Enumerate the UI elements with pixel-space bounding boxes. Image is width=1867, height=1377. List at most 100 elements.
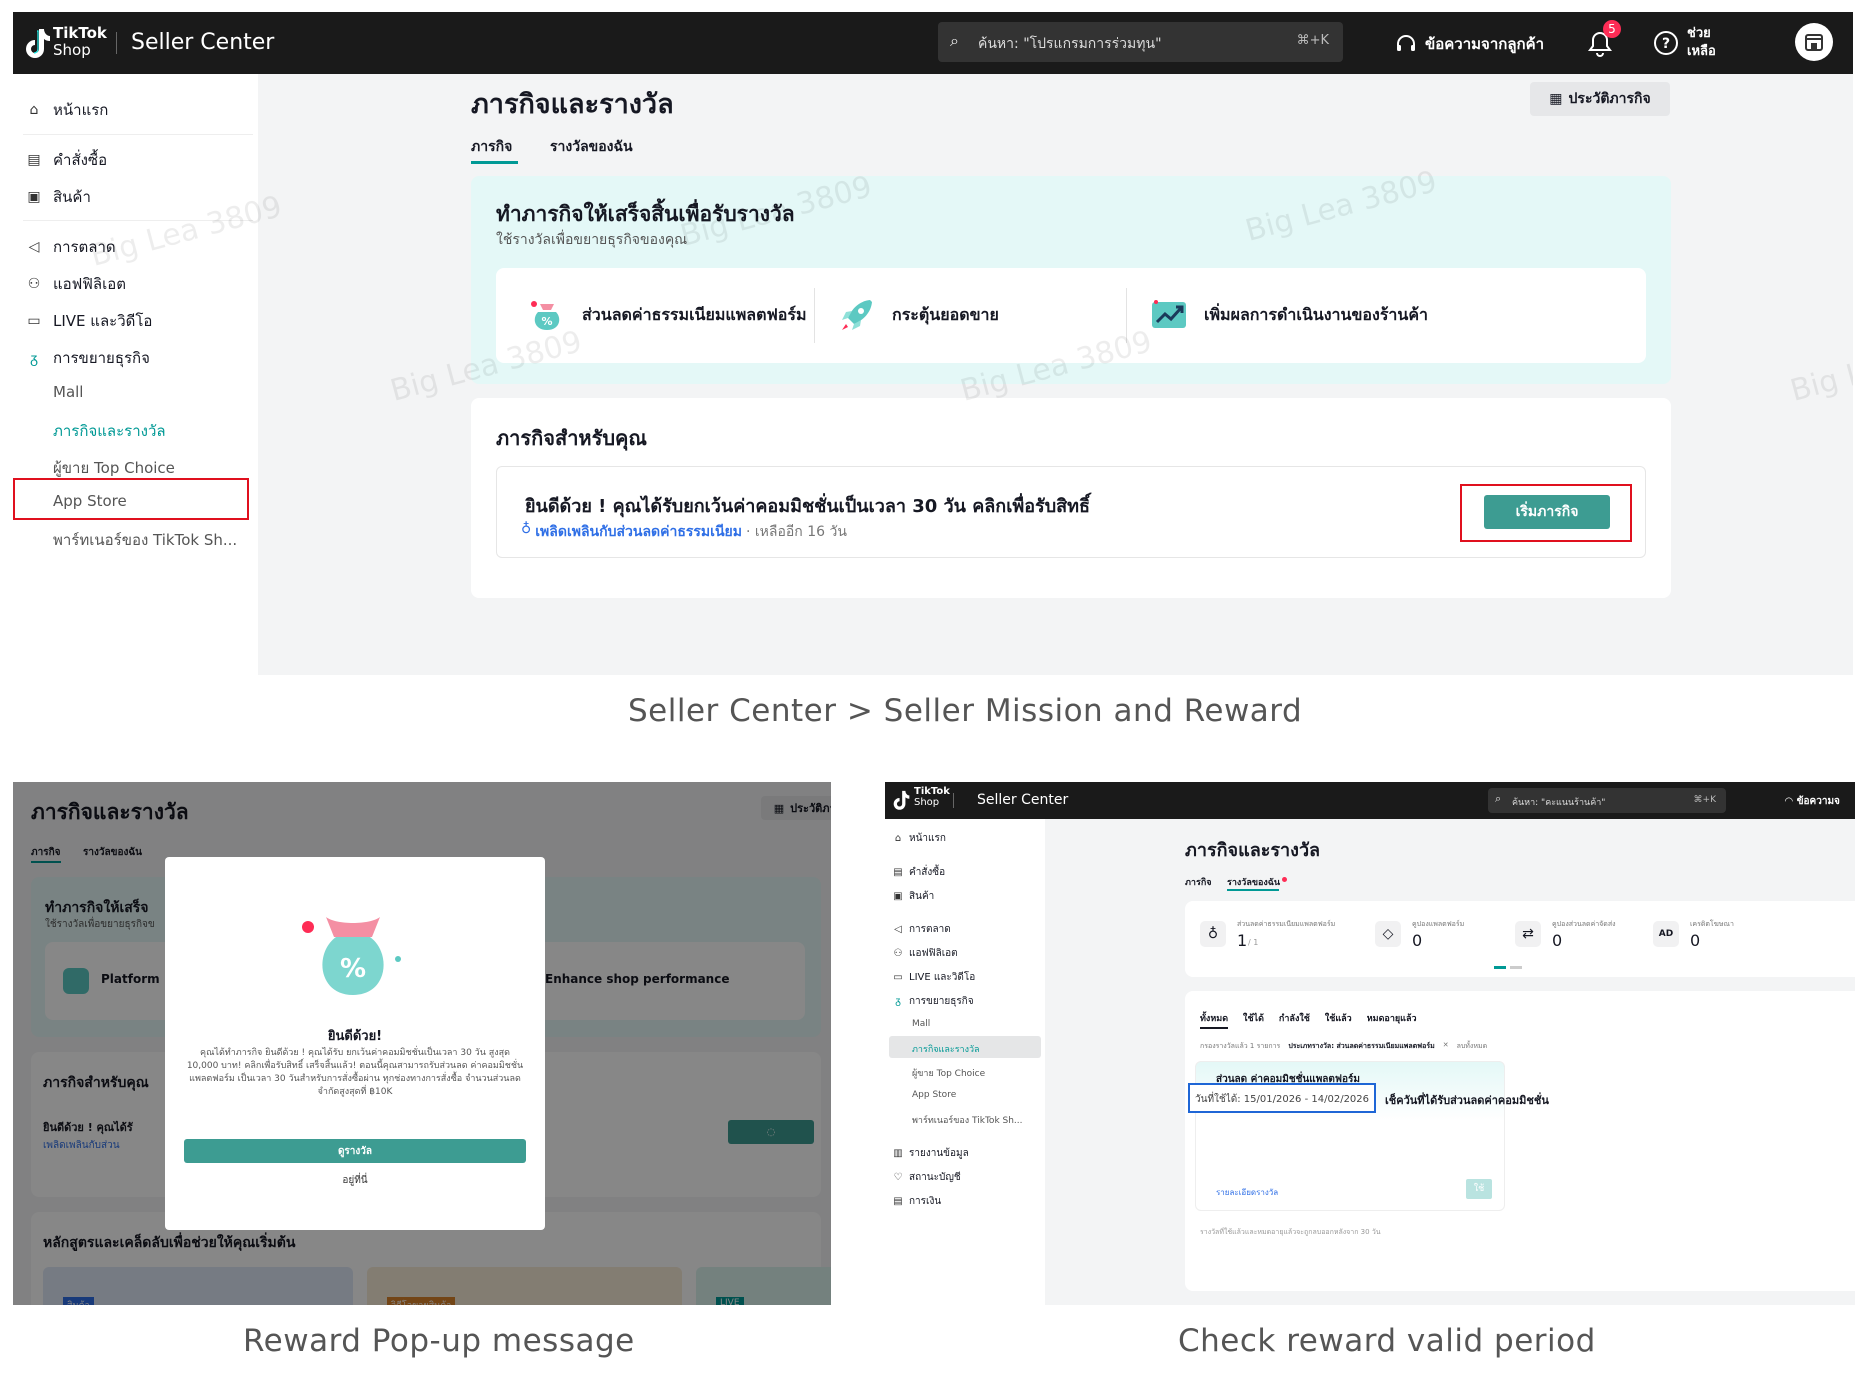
sidebar-item-home[interactable]: ⌂ หน้าแรก	[893, 831, 946, 846]
highlight-start-button	[1460, 484, 1632, 542]
sidebar-item-marketing[interactable]: ◁ การตลาด	[893, 922, 951, 937]
view-reward-button[interactable]: ดูรางวัล	[184, 1139, 526, 1163]
mission-meta: ♁ เพลิดเพลินกับส่วนลดค่าธรรมเนียม · เหลื…	[521, 521, 847, 543]
stat-value: 1	[1237, 931, 1248, 950]
carousel-dot-active[interactable]	[1494, 966, 1506, 969]
sidebar-subitem-missions-active[interactable]: ภารกิจและรางวัล	[53, 419, 166, 443]
filter-summary-row: กรองรางวัลแล้ว 1 รายการ ประเภทรางวัล: ส่…	[1200, 1041, 1487, 1052]
annotation-text: เช็ควันที่ได้รับส่วนลดค่าคอมมิชชั่น	[1385, 1094, 1549, 1107]
sidebar-label: หน้าแรก	[53, 101, 109, 119]
stat-value: 0	[1412, 931, 1423, 950]
customer-messages-button[interactable]: ข้อความจากลูกค้า	[1395, 32, 1544, 56]
title-divider	[953, 793, 954, 808]
tab-my-rewards[interactable]: รางวัลของฉัน	[550, 136, 633, 158]
home-icon: ⌂	[29, 102, 39, 118]
sidebar-item-live-video[interactable]: ▭ LIVE และวิดีโอ	[893, 970, 975, 985]
close-icon[interactable]: ✕	[1443, 1041, 1449, 1052]
sidebar-label: หน้าแรก	[909, 833, 946, 844]
reward-details-link[interactable]: รายละเอียดรางวัล	[1216, 1186, 1278, 1199]
messages-label: ข้อความจ	[1796, 796, 1840, 807]
search-input[interactable]: ⌕ ค้นหา: "โปรแกรมการร่วมทุน" ⌘+K	[938, 22, 1343, 62]
notification-badge: 5	[1603, 20, 1621, 38]
sidebar-item-orders[interactable]: ▤ คำสั่งซื้อ	[893, 865, 945, 880]
sidebar-label: การตลาด	[909, 924, 951, 935]
mission-link[interactable]: เพลิดเพลินกับส่วนลดค่าธรรมเนียม	[535, 521, 742, 543]
sidebar-item-growth[interactable]: ᵹ การขยายธุรกิจ	[893, 994, 973, 1009]
tab-my-rewards[interactable]: รางวัลของฉัน	[1227, 875, 1280, 889]
app-title: Seller Center	[977, 792, 1069, 808]
sidebar-item-account[interactable]: ♡ สถานะบัญชี	[893, 1170, 961, 1185]
mission-history-button[interactable]: ▦ ประวัติภารกิจ	[1530, 82, 1670, 116]
new-dot	[1282, 877, 1287, 882]
sidebar: ⌂ หน้าแรก ▤ คำสั่งซื้อ ▣ สินค้า ◁ การตลาด ⚇ แ…	[13, 74, 258, 675]
stat-label: คูปองแพลตฟอร์ม	[1412, 920, 1465, 928]
highlight-valid-period: วันที่ใช้ได้: 15/01/2026 - 14/02/2026	[1188, 1083, 1376, 1113]
sidebar-item-data[interactable]: ▥ รายงานข้อมูล	[893, 1146, 968, 1161]
clear-filters-link[interactable]: ลบทั้งหมด	[1457, 1041, 1488, 1052]
clipboard-icon: ▤	[27, 152, 41, 168]
sidebar-item-affiliate[interactable]: ⚇ แอฟฟิลิเอต	[893, 946, 958, 961]
stay-here-button[interactable]: อยู่ที่นี่	[165, 1173, 545, 1188]
title-divider	[116, 32, 117, 54]
tiktok-logo-icon[interactable]	[25, 27, 51, 59]
money-bag-small-icon: ♁	[521, 521, 532, 537]
stat-label: คูปองส่วนลดค่าจัดส่ง	[1552, 920, 1616, 928]
sidebar-item-products[interactable]: ▣ สินค้า	[893, 889, 934, 904]
sidebar: ⌂ หน้าแรก ▤ คำสั่งซื้อ ▣ สินค้า ◁ การตลาด ⚇ แ…	[885, 819, 1045, 1305]
sidebar-subitem-mall[interactable]: Mall	[912, 1019, 930, 1029]
filter-tab-expired[interactable]: หมดอายุแล้ว	[1367, 1011, 1417, 1029]
sidebar-subitem-top-choice[interactable]: ผู้ขาย Top Choice	[912, 1066, 985, 1080]
sidebar-item-live-video[interactable]: ▭ LIVE และวิดีโอ	[25, 309, 152, 333]
money-bag-icon: %	[302, 917, 401, 995]
help-label-line1: ช่วย	[1687, 26, 1711, 41]
top-navigation-bar: TikTok Shop Seller Center ⌕ ค้นหา: "คะแน…	[885, 782, 1855, 819]
filter-tab-in-use[interactable]: กำลังใช้	[1279, 1011, 1310, 1029]
benefit-divider	[814, 288, 815, 343]
missions-card: ภารกิจสำหรับคุณ ยินดีด้วย ! คุณได้รับยกเ…	[471, 398, 1671, 598]
search-shortcut: ⌘+K	[1296, 33, 1329, 48]
sidebar-item-products[interactable]: ▣ สินค้า	[25, 185, 91, 209]
help-button[interactable]: ? ช่วย เหลือ	[1653, 25, 1716, 61]
sidebar-label: แอฟฟิลิเอต	[53, 275, 126, 293]
search-input[interactable]: ⌕ ค้นหา: "คะแนนร้านค้า" ⌘+K	[1488, 788, 1726, 813]
tab-missions[interactable]: ภารกิจ	[471, 136, 512, 158]
modal-body: คุณได้ทำภารกิจ ยินดีด้วย ! คุณได้รับ ยกเ…	[186, 1048, 524, 1097]
tiktok-logo-icon[interactable]	[893, 789, 910, 811]
box-icon: ▣	[27, 189, 41, 205]
filter-summary: กรองรางวัลแล้ว 1 รายการ	[1200, 1042, 1281, 1050]
reward-modal: % ยินดีด้วย! คุณได้ทำภารกิจ ยินดีด้วย ! …	[165, 857, 545, 1230]
shop-avatar[interactable]	[1795, 23, 1833, 61]
filter-tab-available[interactable]: ใช้ได้	[1243, 1011, 1264, 1029]
sidebar-item-orders[interactable]: ▤ คำสั่งซื้อ	[25, 148, 107, 172]
missions-title: ภารกิจสำหรับคุณ	[496, 426, 647, 450]
sidebar-item-growth[interactable]: ᵹ การขยายธุรกิจ	[25, 346, 150, 370]
sidebar-item-home[interactable]: ⌂ หน้าแรก	[25, 98, 109, 122]
sidebar-subitem-top-choice[interactable]: ผู้ขาย Top Choice	[53, 456, 175, 480]
use-reward-button[interactable]: ใช้	[1466, 1179, 1492, 1199]
stat-suffix: / 1	[1248, 938, 1259, 947]
filter-tab-all[interactable]: ทั้งหมด	[1200, 1011, 1229, 1029]
search-placeholder: ค้นหา: "โปรแกรมการร่วมทุน"	[978, 36, 1162, 52]
sidebar-item-finance[interactable]: ▤ การเงิน	[893, 1194, 941, 1209]
carousel-dot[interactable]	[1510, 966, 1522, 969]
customer-messages-button[interactable]: ◠ ข้อความจ	[1785, 794, 1840, 809]
sidebar-label: การขยายธุรกิจ	[53, 349, 150, 367]
active-tab-indicator	[1227, 889, 1279, 891]
chart-up-icon	[1148, 294, 1190, 336]
sidebar-subitem-partners[interactable]: พาร์ทเนอร์ของ TikTok Sh...	[53, 528, 237, 552]
sidebar-subitem-partners[interactable]: พาร์ทเนอร์ของ TikTok Sh...	[912, 1113, 1023, 1127]
sidebar-label: LIVE และวิดีโอ	[53, 312, 153, 330]
stat-label: เครดิตโฆษณา	[1690, 920, 1734, 928]
filter-tab-used[interactable]: ใช้แล้ว	[1325, 1011, 1352, 1029]
sidebar-label: คำสั่งซื้อ	[53, 151, 108, 169]
filter-tabs: ทั้งหมด ใช้ได้ กำลังใช้ ใช้แล้ว หมดอายุแ…	[1200, 1011, 1417, 1029]
medal-icon: ᵹ	[30, 350, 38, 367]
sidebar-subitem-app-store[interactable]: App Store	[912, 1090, 956, 1100]
history-icon: ▦	[1549, 91, 1563, 107]
sidebar-item-affiliate[interactable]: ⚇ แอฟฟิลิเอต	[25, 272, 126, 296]
search-shortcut: ⌘+K	[1693, 795, 1716, 805]
sidebar-label: สินค้า	[909, 891, 935, 902]
sidebar-subitem-missions-active[interactable]: ภารกิจและรางวัล	[912, 1042, 980, 1056]
tab-missions[interactable]: ภารกิจ	[1185, 875, 1212, 889]
sidebar-subitem-mall[interactable]: Mall	[53, 383, 83, 401]
